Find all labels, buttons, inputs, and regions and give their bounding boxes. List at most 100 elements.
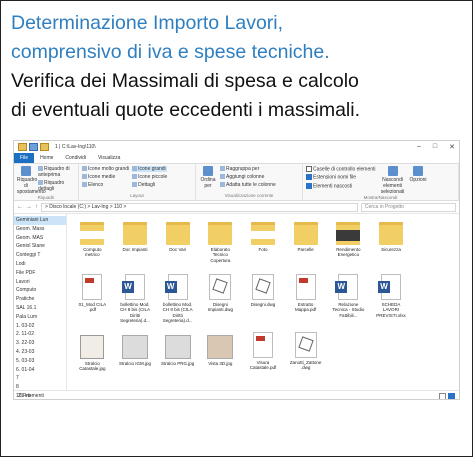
up-arrow-icon[interactable]: ↑ [35,204,38,210]
properties-icon[interactable] [29,143,38,151]
file-item[interactable]: Vista 3D.jpg [199,332,242,390]
file-item[interactable]: Foto [242,216,285,274]
nav-item[interactable]: 8 [14,383,66,392]
file-item[interactable]: Rendimento Energetico [327,216,370,274]
nav-item[interactable]: Conteggi T [14,251,66,260]
nav-item[interactable]: 4. 23-03 [14,348,66,357]
close-button[interactable]: ✕ [449,143,455,151]
preview-pane-button[interactable]: Riquadro di anteprima [38,166,75,178]
nav-item[interactable]: SAL 16.1 [14,304,66,313]
nav-item[interactable]: Lodi [14,260,66,269]
layout-option[interactable]: Icone piccole [132,174,167,180]
layout-option[interactable]: Icone medie [82,174,129,180]
file-label: SCHEDA LAVORI PREVISTI.xlsx [376,302,406,318]
file-item[interactable]: Parcelle [284,216,327,274]
maximize-button[interactable]: □ [433,143,437,151]
nav-item[interactable]: 7 [14,374,66,383]
file-label: Stralcio Catastale.jpg [79,361,106,372]
file-item[interactable]: Computo metrico [71,216,114,274]
add-columns-icon [220,174,225,180]
folder-icon[interactable] [18,143,27,151]
status-bar: 21 elementi [14,390,459,399]
address-path[interactable]: > Disco locale (C:) > Lav-Ing > 110 > [41,202,358,212]
details-pane-button[interactable]: Riquadro dettagli [38,180,75,192]
options-button[interactable]: Opzioni [410,166,427,195]
file-item[interactable]: Estratto Mappa.pdf [284,274,327,332]
nav-item[interactable]: Geom. Mass [14,225,66,234]
hide-icon [387,166,398,176]
file-label: Vista 3D.jpg [208,361,233,366]
navigation-pane-button[interactable]: Riquadro di spostamento [17,166,46,195]
file-label: Stralcio IGM.jpg [118,361,151,366]
tab-share[interactable]: Condividi [59,153,92,163]
search-input[interactable]: Cerca in Progetto [361,202,456,212]
image-file-icon [80,335,105,359]
checkbox-checked-icon [306,174,312,181]
image-file-icon [164,335,191,359]
file-item[interactable]: SCHEDA LAVORI PREVISTI.xlsx [370,274,413,332]
tab-home[interactable]: Home [34,153,59,163]
tab-file[interactable]: File [14,153,35,163]
word-document-icon [164,274,188,300]
sort-by-button[interactable]: Ordina per [199,166,217,189]
minimize-button[interactable]: – [417,143,421,151]
hide-selected-button[interactable]: Nascondi elementi selezionati [379,166,407,195]
file-item[interactable]: Visura Catastale.pdf [242,332,285,390]
layout-option[interactable]: Dettagli [132,182,167,188]
file-item[interactable]: Doc Impianti [114,216,157,274]
layout-option[interactable]: Icone molto grandi [82,166,129,172]
hidden-items-toggle[interactable]: Elementi nascosti [306,182,376,189]
nav-item[interactable]: Geniol Stane [14,242,66,251]
nav-item[interactable]: Geom. MAS [14,234,66,243]
file-item[interactable]: Zanotti_Zattone .dwg [284,332,327,390]
nav-item[interactable]: 1. 03-02 [14,322,66,331]
nav-item[interactable]: 2. 11-02 [14,330,66,339]
file-item[interactable]: Stralcio IGM.jpg [114,332,157,390]
file-item[interactable]: Sicurezza [370,216,413,274]
pdf-file-icon [295,274,316,300]
new-folder-icon[interactable] [40,143,49,151]
nav-item[interactable]: 6. 01-04 [14,366,66,375]
file-item[interactable]: Disegni.dwg [242,274,285,332]
file-item[interactable]: Doc Vari [156,216,199,274]
add-columns-button[interactable]: Aggiungi colonne [220,174,276,180]
file-item[interactable]: bollettino Mod. CH 8 bis (CILA Diritti S… [156,274,199,332]
file-item[interactable]: Stralcio PRG.jpg [156,332,199,390]
ribbon-tabs: File Home Condividi Visualizza [14,153,459,164]
back-arrow-icon[interactable]: ← [17,204,23,210]
word-document-icon [121,274,145,300]
word-document-icon [335,274,359,300]
group-by-button[interactable]: Raggruppa per [220,166,276,172]
heading-line-3: Verifica dei Massimali di spesa e calcol… [11,70,359,92]
nav-item[interactable]: Computo [14,286,66,295]
nav-item[interactable]: File PDF [14,269,66,278]
details-view-icon[interactable] [439,392,446,399]
nav-item[interactable]: Lavori [14,278,66,287]
item-checkboxes-toggle[interactable]: Caselle di controllo elementi [306,166,376,172]
nav-item[interactable]: Pratiche [14,295,66,304]
nav-item[interactable]: 5. 03-03 [14,357,66,366]
layout-option-selected[interactable]: Icone grandi [132,166,168,172]
nav-item[interactable]: Geminiani Lun [14,216,66,225]
navigation-pane: Geminiani Lun Geom. Mass Geom. MAS Geniol S… [14,214,67,399]
file-label: Relazione Tecnica - Studio Fattibili... [332,302,365,318]
file-item[interactable]: Elaborato Tecnico Copertura [199,216,242,274]
file-item[interactable]: bollettino Mod. CH 8 bis (CILA Diritti S… [114,274,157,332]
tab-view[interactable]: Visualizza [92,153,126,163]
file-item[interactable]: Disegni Impianti.dwg [199,274,242,332]
nav-item[interactable]: 3. 22-03 [14,339,66,348]
group-caption: Layout [130,193,144,198]
file-item[interactable]: Stralcio Catastale.jpg [71,332,114,390]
fit-columns-button[interactable]: Adatta tutte le colonne [220,182,276,188]
explorer-body: Geminiani Lun Geom. Mass Geom. MAS Geniol S… [14,214,459,399]
layout-option[interactable]: Elenco [82,182,129,188]
folder-icon [293,222,318,245]
layout-icon [132,174,138,180]
large-icons-view-icon[interactable] [448,392,455,399]
pdf-file-icon [82,274,103,300]
file-extensions-toggle[interactable]: Estensioni nomi file [306,174,376,181]
nav-item[interactable]: Pala Lum [14,313,66,322]
file-item[interactable]: Relazione Tecnica - Studio Fattibili... [327,274,370,332]
file-item[interactable]: 01_Mod CILA .pdf [71,274,114,332]
forward-arrow-icon[interactable]: → [26,204,32,210]
